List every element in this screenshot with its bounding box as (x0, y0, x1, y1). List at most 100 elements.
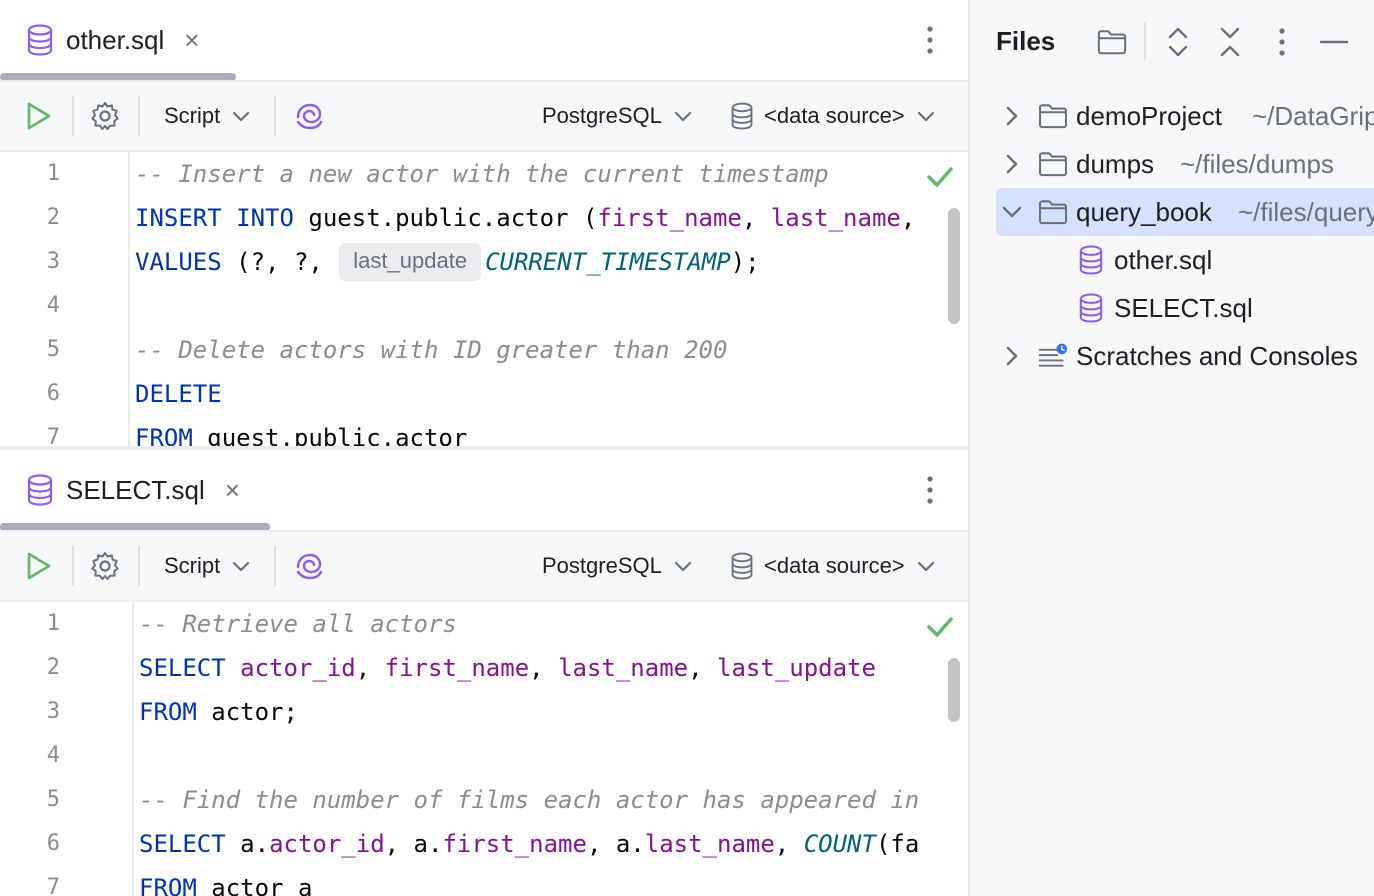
code-text: -- Retrieve all actors (139, 602, 457, 646)
tree-item-demoproject[interactable]: demoProject ~/DataGrip (970, 92, 1374, 140)
scratches-icon (1038, 341, 1068, 371)
code-token: , a. (384, 830, 443, 858)
code-text: DELETE (135, 372, 222, 416)
code-text: FROM actor; (139, 690, 298, 734)
close-tab-icon[interactable]: × (184, 27, 199, 53)
tree-item-other-sql[interactable]: other.sql (970, 236, 1374, 284)
code-token: first_name (442, 830, 587, 858)
code-editor[interactable]: 1 -- Insert a new actor with the current … (0, 152, 968, 448)
code-line[interactable]: 3 FROM actor; (0, 690, 968, 734)
tree-item-query-book[interactable]: query_book ~/files/query_book (996, 188, 1374, 236)
tree-item-label: other.sql (1114, 244, 1213, 275)
expand-arrow-icon[interactable] (1000, 152, 1024, 176)
code-token: last_name (644, 830, 775, 858)
hide-panel-button[interactable] (1316, 24, 1352, 60)
run-button[interactable] (26, 532, 52, 600)
script-mode-label: Script (164, 553, 221, 578)
code-token: actor a (196, 874, 313, 896)
line-number: 1 (46, 161, 60, 186)
data-source-dropdown[interactable]: <data source> (730, 532, 935, 600)
line-number: 3 (46, 249, 60, 274)
collapse-arrow-icon[interactable] (1000, 200, 1024, 224)
ai-assistant-button[interactable] (294, 532, 324, 600)
code-token: actor_id (240, 654, 356, 682)
expand-arrow-icon[interactable] (1000, 344, 1024, 368)
expand-all-icon (1167, 26, 1189, 58)
code-token: , (774, 830, 804, 858)
code-line[interactable]: 5 -- Delete actors with ID greater than 2… (0, 328, 968, 372)
code-token: (fa (875, 830, 920, 858)
tree-item-dumps[interactable]: dumps ~/files/dumps (970, 140, 1374, 188)
ai-assistant-button[interactable] (294, 82, 324, 150)
run-button[interactable] (26, 82, 52, 150)
chevron-down-icon (674, 560, 692, 572)
editor-toolbar: Script PostgreSQL <data source> (0, 530, 968, 602)
chevron-down-icon (917, 560, 935, 572)
code-text: VALUES (?, ?, last_update CURRENT_TIMESTA… (135, 240, 760, 284)
collapse-all-button[interactable] (1212, 24, 1248, 60)
close-tab-icon[interactable]: × (225, 477, 240, 503)
line-number: 2 (46, 205, 60, 230)
code-line[interactable]: 2 INSERT INTO guest.public.actor (first_n… (0, 196, 968, 240)
more-options-button[interactable] (1264, 24, 1300, 60)
tab-label: SELECT.sql (66, 474, 205, 505)
dialect-dropdown[interactable]: PostgreSQL (542, 82, 692, 150)
tree-item-select-sql[interactable]: SELECT.sql (970, 284, 1374, 332)
more-options-icon[interactable] (918, 472, 942, 508)
line-number: 5 (46, 337, 60, 362)
tree-item-label: Scratches and Consoles (1076, 340, 1358, 371)
editor-tab[interactable]: SELECT.sql × (0, 450, 240, 530)
tree-item-label: query_book (1076, 196, 1212, 227)
code-token: DELETE (135, 380, 222, 408)
expand-all-button[interactable] (1160, 24, 1196, 60)
minimize-icon (1320, 40, 1348, 44)
chevron-down-icon (232, 560, 250, 572)
vertical-ellipsis-icon (1279, 28, 1285, 56)
code-editor[interactable]: 1 -- Retrieve all actors 2 SELECT actor_id,… (0, 602, 968, 896)
dialect-label: PostgreSQL (542, 553, 662, 578)
line-number: 4 (46, 743, 60, 768)
code-line[interactable]: 7 FROM guest.public.actor (0, 416, 968, 448)
script-mode-dropdown[interactable]: Script (164, 82, 250, 150)
code-text: -- Find the number of films each actor h… (139, 778, 919, 822)
settings-button[interactable] (90, 532, 120, 600)
open-folder-button[interactable] (1094, 24, 1130, 60)
script-mode-dropdown[interactable]: Script (164, 532, 250, 600)
code-token: , (688, 654, 718, 682)
code-token: , a. (586, 830, 645, 858)
data-source-dropdown[interactable]: <data source> (730, 82, 935, 150)
code-line[interactable]: 3 VALUES (?, ?, last_update CURRENT_TIMEST… (0, 240, 968, 284)
database-icon (26, 24, 54, 56)
code-token: actor_id (269, 830, 385, 858)
code-line[interactable]: 4 (0, 734, 968, 778)
folder-icon (1038, 197, 1068, 227)
line-number: 3 (46, 699, 60, 724)
code-token: last_name (770, 204, 901, 232)
tree-item-label: SELECT.sql (1114, 292, 1253, 323)
code-line[interactable]: 1 -- Insert a new actor with the current … (0, 152, 968, 196)
dialect-dropdown[interactable]: PostgreSQL (542, 532, 692, 600)
toolbar-separator (138, 546, 140, 586)
settings-button[interactable] (90, 82, 120, 150)
database-icon (26, 474, 54, 506)
code-line[interactable]: 6 DELETE (0, 372, 968, 416)
tree-item-scratches[interactable]: Scratches and Consoles (970, 332, 1374, 380)
code-token: -- Insert a new actor with the current t… (135, 160, 829, 188)
expand-arrow-icon[interactable] (1000, 104, 1024, 128)
tree-item-label: demoProject (1076, 100, 1222, 131)
code-line[interactable]: 1 -- Retrieve all actors (0, 602, 968, 646)
code-line[interactable]: 6 SELECT a.actor_id, a.first_name, a.last… (0, 822, 968, 866)
panel-title: Files (996, 26, 1056, 56)
code-token: FROM (139, 698, 197, 726)
code-line[interactable]: 5 -- Find the number of films each actor … (0, 778, 968, 822)
code-token: guest.public.actor ( (293, 204, 598, 232)
more-options-icon[interactable] (918, 22, 942, 58)
editor-tab[interactable]: other.sql × (0, 0, 199, 80)
chevron-down-icon (232, 110, 250, 122)
code-token: SELECT (139, 830, 226, 858)
code-token: CURRENT_TIMESTAMP (485, 248, 731, 276)
inlay-hint: last_update (339, 243, 482, 281)
code-line[interactable]: 2 SELECT actor_id, first_name, last_name,… (0, 646, 968, 690)
code-line[interactable]: 4 (0, 284, 968, 328)
code-line[interactable]: 7 FROM actor a (0, 866, 968, 896)
